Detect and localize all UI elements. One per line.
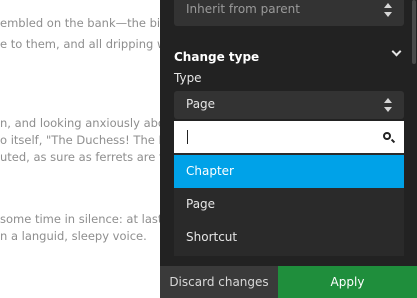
type-select[interactable]: Page — [174, 91, 404, 119]
document-line: some time in silence: at last th — [0, 212, 160, 226]
settings-panel: Inherit from parent Change type Type Pag… — [160, 0, 417, 298]
sort-arrows-icon — [384, 98, 392, 112]
change-type-header[interactable]: Change type — [174, 46, 404, 64]
document-line: e to them, and all dripping we — [0, 37, 160, 51]
option-page[interactable]: Page — [174, 188, 404, 221]
document-line: o itself, "The Duchess! The Du — [0, 133, 160, 147]
text-cursor — [187, 130, 188, 144]
option-label: Chapter — [186, 164, 234, 178]
section-title: Change type — [174, 50, 260, 64]
type-label: Type — [174, 71, 202, 85]
inherit-select[interactable]: Inherit from parent — [174, 0, 404, 26]
document-line: n, and looking anxiously about — [0, 116, 160, 130]
discard-changes-button[interactable]: Discard changes — [160, 266, 278, 298]
inherit-select-value: Inherit from parent — [186, 2, 300, 16]
option-label: Page — [186, 197, 216, 211]
chevron-down-icon[interactable] — [391, 46, 402, 57]
document-line: embled on the bank—the bird — [0, 16, 160, 30]
type-select-value: Page — [186, 97, 216, 111]
sort-arrows-icon — [384, 3, 392, 17]
panel-scrollbar[interactable] — [412, 0, 416, 64]
document-line: uted, as sure as ferrets are fe — [0, 150, 160, 164]
document-line: n a languid, sleepy voice. — [0, 229, 147, 243]
type-dropdown: Chapter Page Shortcut — [174, 121, 404, 256]
search-icon — [383, 132, 391, 140]
apply-button[interactable]: Apply — [278, 266, 417, 298]
option-chapter[interactable]: Chapter — [174, 155, 404, 188]
document-text-area: embled on the bank—the bird e to them, a… — [0, 0, 160, 298]
option-shortcut[interactable]: Shortcut — [174, 221, 404, 254]
option-label: Shortcut — [186, 230, 238, 244]
panel-footer: Discard changes Apply — [160, 266, 417, 298]
dropdown-search-input[interactable] — [174, 121, 404, 153]
